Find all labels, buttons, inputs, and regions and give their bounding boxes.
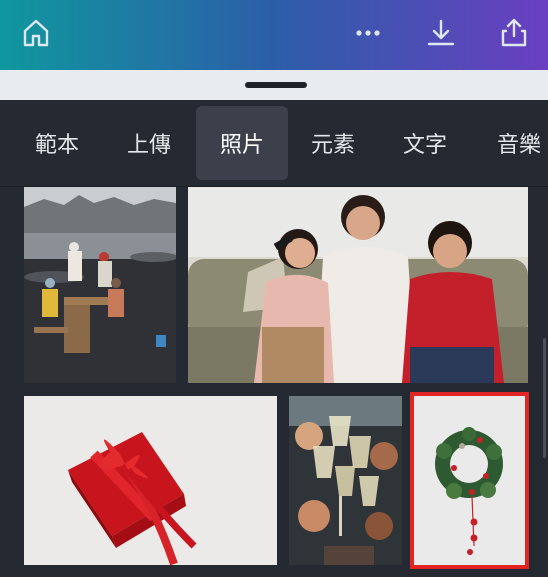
download-icon[interactable]: [423, 15, 459, 51]
tab-photos[interactable]: 照片: [196, 106, 288, 180]
home-icon[interactable]: [18, 15, 54, 51]
photo-champagne-toast[interactable]: [289, 396, 402, 565]
tab-text[interactable]: 文字: [384, 106, 466, 180]
photo-red-gift-box[interactable]: [24, 396, 277, 565]
photo-christmas-wreath[interactable]: [414, 396, 525, 565]
panel-drag-area[interactable]: [0, 70, 548, 100]
scrollbar[interactable]: [543, 338, 546, 458]
photo-family-sofa[interactable]: [188, 187, 528, 383]
category-tabs: 範本 上傳 照片 元素 文字 音樂: [0, 100, 548, 186]
tab-uploads[interactable]: 上傳: [108, 106, 190, 180]
tab-music[interactable]: 音樂: [478, 106, 548, 180]
photo-beach-picnic[interactable]: [24, 187, 176, 383]
drag-handle[interactable]: [245, 82, 307, 88]
more-icon[interactable]: [350, 15, 386, 51]
share-icon[interactable]: [496, 15, 532, 51]
tab-templates[interactable]: 範本: [16, 106, 98, 180]
top-toolbar: [0, 0, 548, 70]
tab-elements[interactable]: 元素: [292, 106, 374, 180]
